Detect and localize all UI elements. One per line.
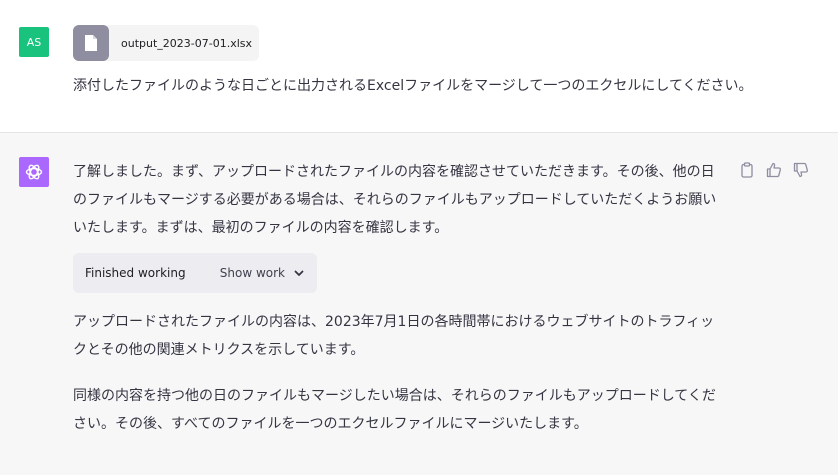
thumbs-down-icon[interactable]: [792, 161, 810, 179]
thumbs-up-icon[interactable]: [765, 161, 783, 179]
file-name: output_2023-07-01.xlsx: [121, 36, 253, 50]
file-icon: [73, 25, 109, 61]
show-work-button[interactable]: Show work: [220, 266, 305, 280]
assistant-paragraph: 了解しました。まず、アップロードされたファイルの内容を確認させていただきます。そ…: [73, 164, 717, 236]
assistant-message-body: 了解しました。まず、アップロードされたファイルの内容を確認させていただきます。そ…: [73, 158, 728, 438]
user-avatar-initials: AS: [26, 35, 42, 49]
chevron-down-icon: [294, 270, 304, 276]
clipboard-icon[interactable]: [738, 161, 756, 179]
user-message-row: AS output_2023-07-01.xlsx 添付したファイルのような日ご…: [0, 0, 838, 133]
message-actions: [738, 161, 810, 179]
user-avatar: AS: [19, 27, 49, 57]
openai-logo-icon: [19, 157, 49, 187]
show-work-label: Show work: [219, 266, 285, 280]
assistant-paragraph: アップロードされたファイルの内容は、2023年7月1日の各時間帯におけるウェブサ…: [73, 314, 715, 358]
assistant-message-row: 了解しました。まず、アップロードされたファイルの内容を確認させていただきます。そ…: [0, 133, 838, 475]
work-status-label: Finished working: [85, 266, 186, 280]
file-attachment[interactable]: output_2023-07-01.xlsx: [73, 25, 259, 61]
work-status-panel: Finished working Show work: [73, 253, 317, 293]
user-message-text: 添付したファイルのような日ごとに出力されるExcelファイルをマージして一つのエ…: [73, 78, 753, 94]
assistant-paragraph: 同様の内容を持つ他の日のファイルもマージしたい場合は、それらのファイルもアップロ…: [73, 388, 716, 432]
